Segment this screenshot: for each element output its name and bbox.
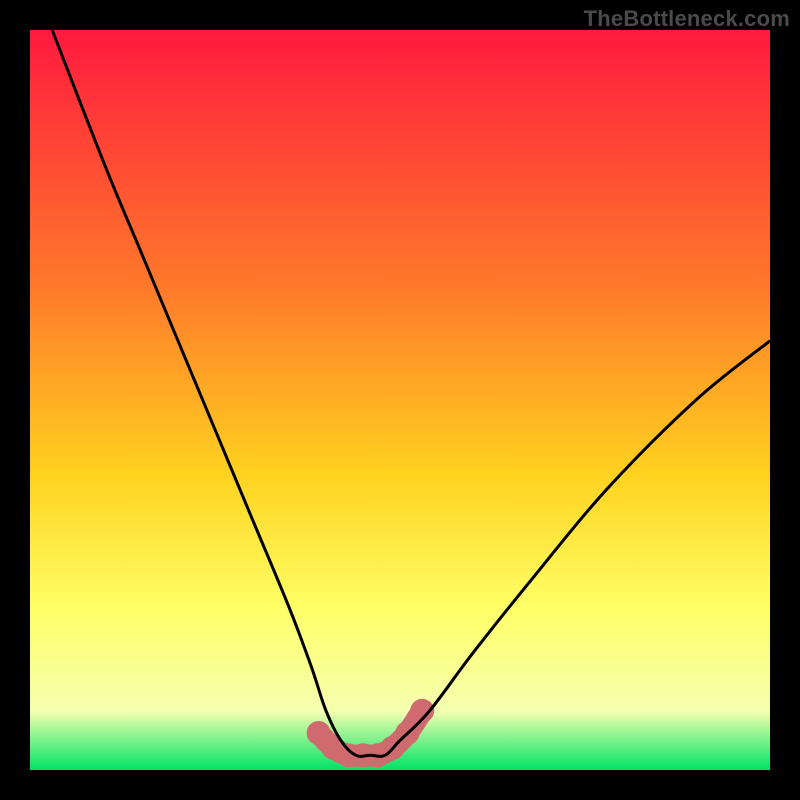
plot-area <box>30 30 770 770</box>
plot-svg <box>30 30 770 770</box>
watermark-label: TheBottleneck.com <box>584 6 790 32</box>
chart-frame: TheBottleneck.com <box>0 0 800 800</box>
gradient-background <box>30 30 770 770</box>
